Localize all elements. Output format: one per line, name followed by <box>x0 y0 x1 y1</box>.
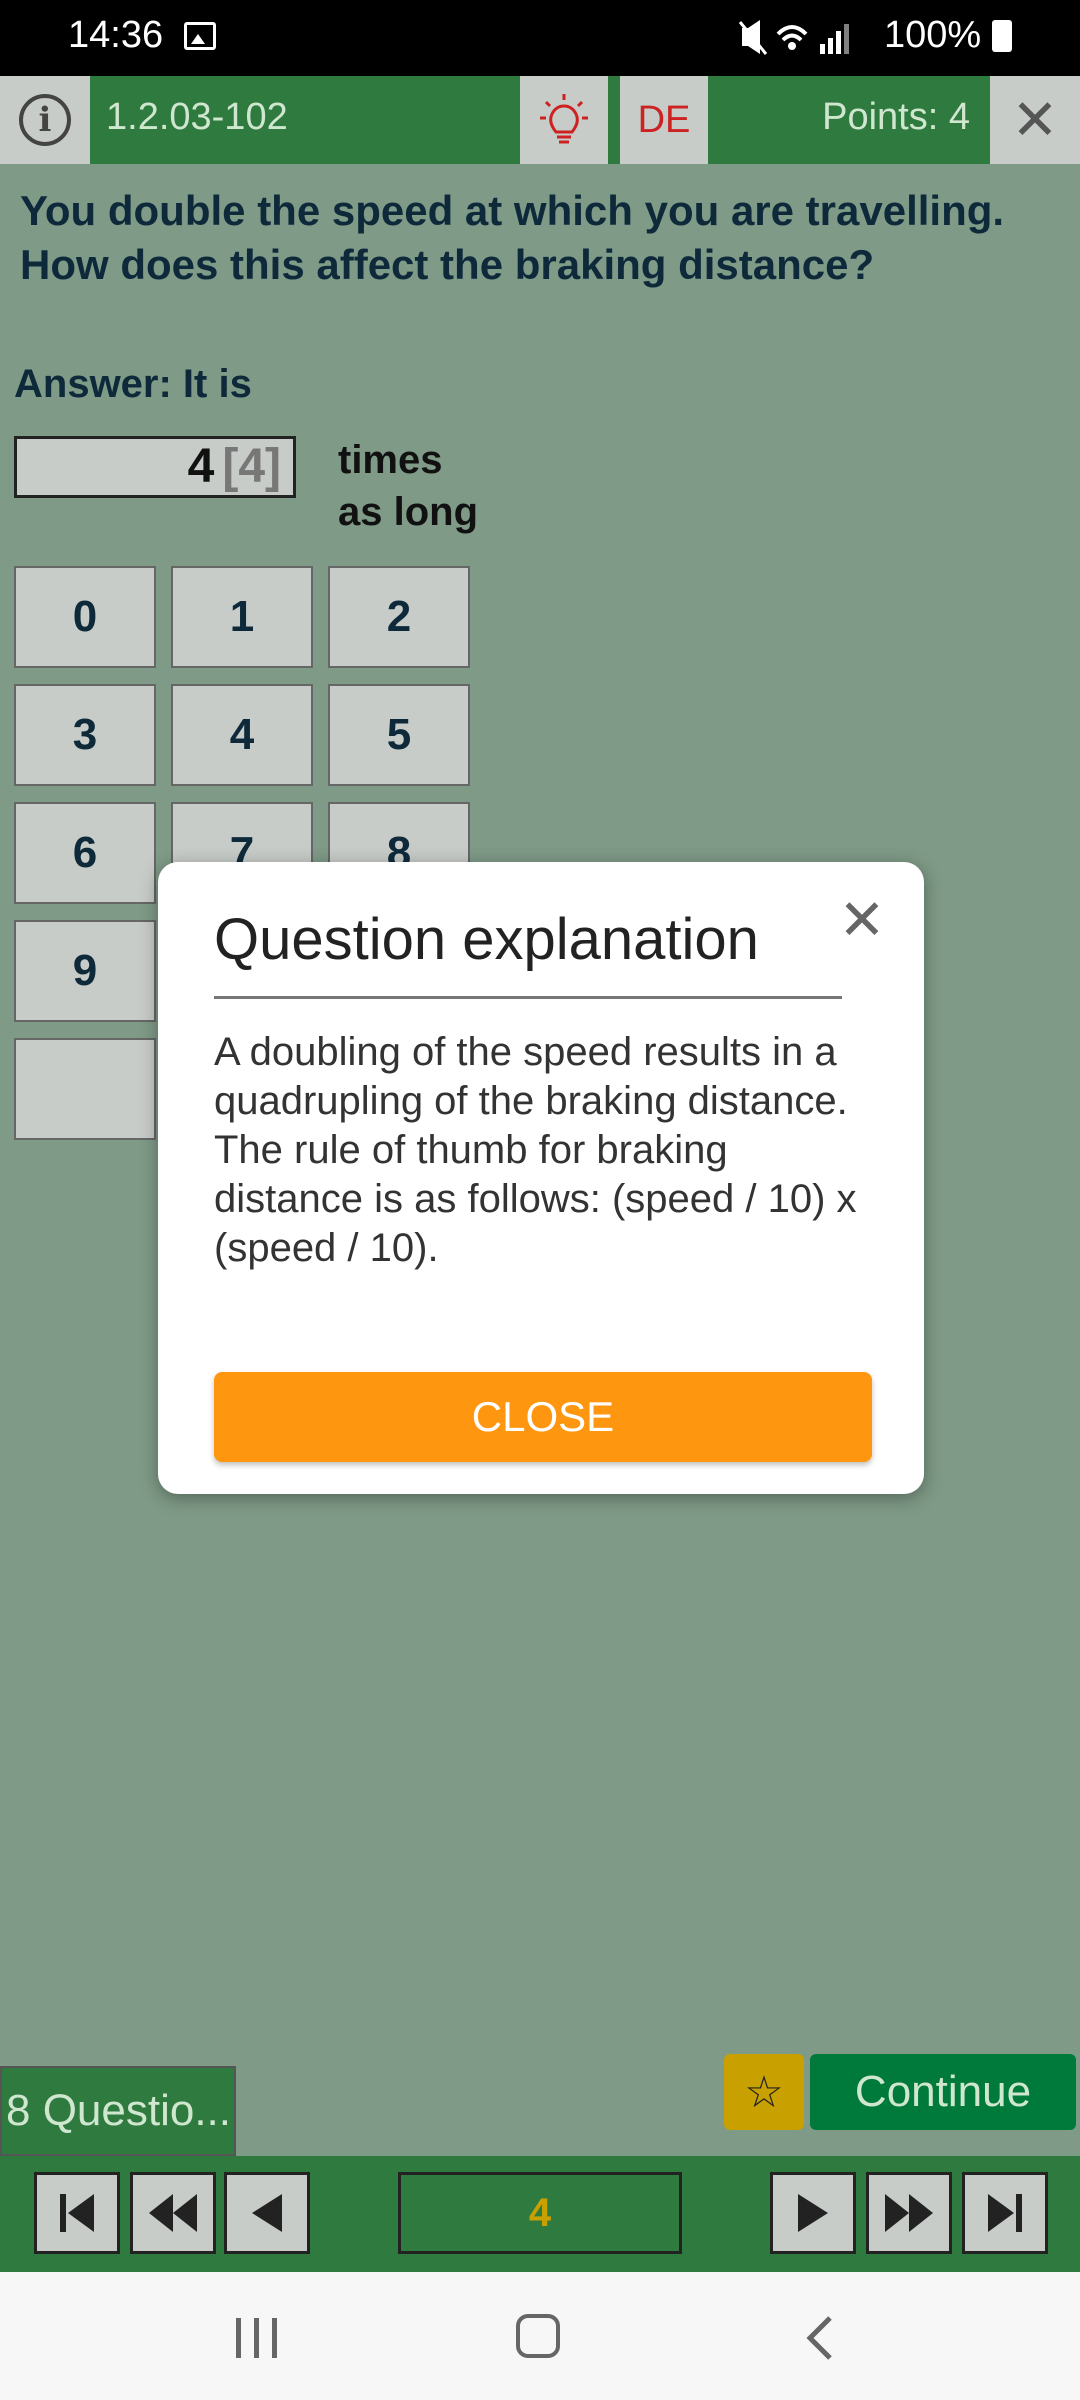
favorite-button[interactable]: ☆ <box>724 2054 804 2130</box>
answer-unit-line2: as long <box>338 490 479 534</box>
question-id: 1.2.03-102 <box>106 96 288 138</box>
first-question-button[interactable] <box>34 2172 120 2254</box>
last-question-button[interactable] <box>962 2172 1048 2254</box>
mute-wifi-signal-icons <box>738 18 858 66</box>
question-count[interactable]: 8 Questio... <box>0 2066 236 2156</box>
skip-first-icon <box>60 2194 94 2232</box>
next-button[interactable] <box>770 2172 856 2254</box>
continue-button[interactable]: Continue <box>810 2054 1076 2130</box>
key-6[interactable]: 6 <box>14 802 156 904</box>
recent-apps-icon[interactable] <box>236 2318 280 2358</box>
home-icon[interactable] <box>516 2314 560 2358</box>
fast-forward-icon <box>885 2194 933 2232</box>
key-9[interactable]: 9 <box>14 920 156 1022</box>
hint-button[interactable] <box>520 76 608 164</box>
star-icon: ☆ <box>744 2067 784 2117</box>
forward-many-button[interactable] <box>866 2172 952 2254</box>
back-many-button[interactable] <box>130 2172 216 2254</box>
key-4[interactable]: 4 <box>171 684 313 786</box>
previous-icon <box>252 2194 282 2232</box>
next-icon <box>798 2194 828 2232</box>
key-1[interactable]: 1 <box>171 566 313 668</box>
answer-unit: times as long <box>338 434 478 538</box>
lightbulb-icon <box>540 94 588 144</box>
clock: 14:36 <box>68 14 164 56</box>
image-notification-icon <box>184 22 216 50</box>
key-5[interactable]: 5 <box>328 684 470 786</box>
back-icon[interactable] <box>800 2314 840 2362</box>
dialog-body: A doubling of the speed results in a qua… <box>214 1030 857 1270</box>
page-indicator: 4 <box>398 2172 682 2254</box>
close-icon[interactable]: ✕ <box>990 76 1080 164</box>
status-bar: 14:36 100% <box>0 0 1080 76</box>
key-2[interactable]: 2 <box>328 566 470 668</box>
system-navigation-bar <box>0 2272 1080 2400</box>
previous-button[interactable] <box>224 2172 310 2254</box>
close-button[interactable]: CLOSE <box>214 1372 872 1462</box>
answer-label: Answer: It is <box>14 362 252 406</box>
key-3[interactable]: 3 <box>14 684 156 786</box>
skip-last-icon <box>988 2194 1022 2232</box>
info-icon: i <box>19 94 71 146</box>
fast-rewind-icon <box>149 2194 197 2232</box>
info-button[interactable]: i <box>0 76 90 164</box>
dialog-title: Question explanation <box>214 907 759 972</box>
question-navigation: 4 <box>0 2156 1080 2272</box>
battery-icon <box>992 20 1012 52</box>
question-text: You double the speed at which you are tr… <box>20 187 1005 288</box>
explanation-dialog: Question explanation ✕ A doubling of the… <box>158 862 924 1494</box>
key-blank[interactable] <box>14 1038 156 1140</box>
close-icon[interactable]: ✕ <box>834 892 890 948</box>
answer-value: 4 <box>187 440 215 493</box>
points-display: Points: 4 <box>822 96 970 138</box>
dialog-divider <box>214 996 842 999</box>
battery-percent: 100% <box>884 14 982 56</box>
app-screen: i 1.2.03-102 DE Points: 4 ✕ You double t <box>0 76 1080 2272</box>
language-button[interactable]: DE <box>620 76 708 164</box>
answer-input[interactable]: 4 [4] <box>14 436 296 498</box>
correct-answer: [4] <box>222 440 281 493</box>
key-0[interactable]: 0 <box>14 566 156 668</box>
answer-unit-line1: times <box>338 438 443 482</box>
top-bar: i 1.2.03-102 DE Points: 4 ✕ <box>0 76 1080 164</box>
